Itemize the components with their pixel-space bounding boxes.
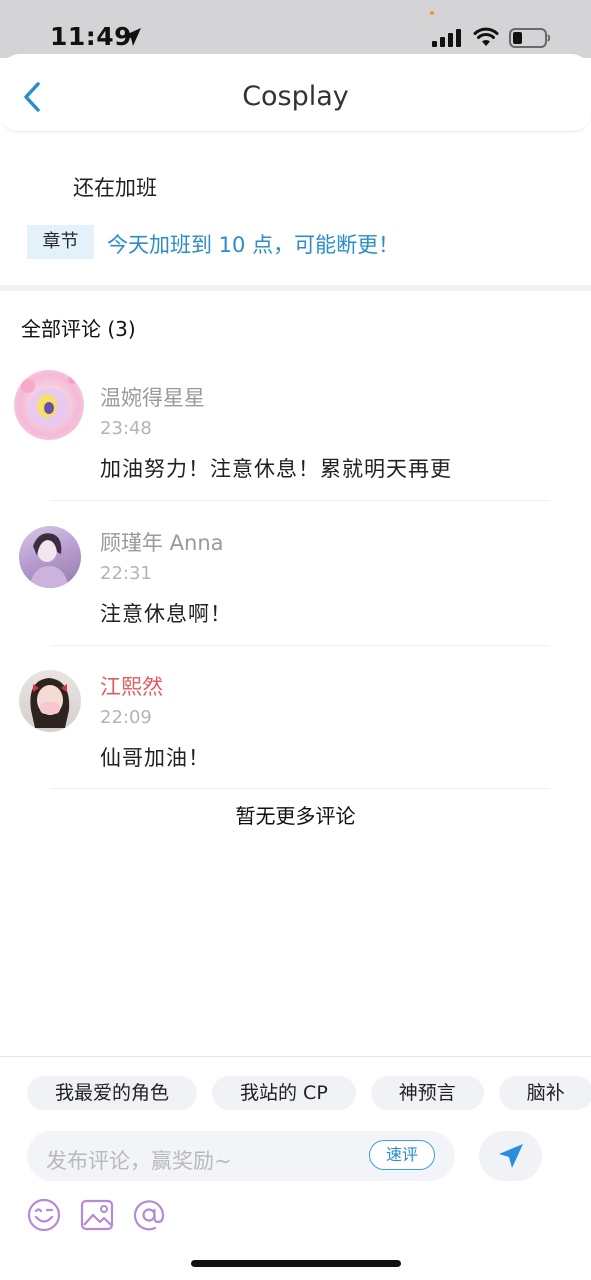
signal-icon	[432, 29, 461, 47]
comment-separator	[50, 788, 550, 789]
avatar[interactable]	[19, 526, 81, 588]
comment-text: 仙哥加油！	[100, 746, 210, 770]
chip-prophecy[interactable]: 神预言	[370, 1076, 484, 1110]
comment-item: 顾瑾年 Anna 22:31 注意休息啊！	[0, 505, 591, 646]
avatar[interactable]	[14, 370, 84, 440]
quick-topic-chips: 我最爱的角色 我站的 CP 神预言 脑补	[27, 1076, 591, 1110]
quick-review-button[interactable]: 速评	[369, 1140, 435, 1170]
comment-input[interactable]: 发布评论，赢奖励~ 速评	[27, 1131, 455, 1181]
comment-separator	[50, 645, 550, 646]
post-text: 还在加班	[73, 176, 157, 200]
comment-text: 注意休息啊！	[100, 602, 232, 626]
chip-my-cp[interactable]: 我站的 CP	[212, 1076, 356, 1110]
avatar-photo-icon	[30, 678, 70, 728]
comment-author[interactable]: 江熙然	[100, 671, 163, 701]
comment-author[interactable]: 温婉得星星	[100, 382, 205, 412]
avatar-photo-icon	[29, 533, 69, 588]
battery-icon	[509, 28, 551, 48]
status-bar: 11:49	[0, 0, 591, 58]
emoji-icon[interactable]	[26, 1197, 62, 1233]
comment-time: 23:48	[100, 418, 152, 439]
send-button[interactable]	[479, 1131, 542, 1181]
wifi-icon	[473, 27, 499, 46]
comment-item: 江熙然 22:09 仙哥加油！	[0, 649, 591, 789]
comment-time: 22:09	[100, 707, 152, 728]
section-divider	[0, 285, 591, 291]
comment-item: 温婉得星星 23:48 加油努力！注意休息！累就明天再更	[0, 360, 591, 501]
comment-text: 加油努力！注意休息！累就明天再更	[100, 457, 452, 481]
comment-author[interactable]: 顾瑾年 Anna	[100, 527, 224, 557]
nav-header: Cosplay	[0, 54, 591, 132]
chapter-link[interactable]: 今天加班到 10 点，可能断更！	[107, 229, 399, 259]
mention-icon[interactable]	[131, 1197, 167, 1233]
comment-separator	[50, 500, 550, 501]
chip-imagination[interactable]: 脑补	[498, 1076, 591, 1110]
page-title: Cosplay	[242, 81, 349, 112]
avatar-frame-icon	[21, 376, 79, 431]
status-time: 11:49	[50, 22, 133, 51]
send-icon	[499, 1144, 523, 1168]
home-indicator	[191, 1260, 401, 1267]
comment-input-placeholder: 发布评论，赢奖励~	[46, 1149, 232, 1173]
chapter-tag: 章节	[27, 225, 94, 259]
privacy-indicator-dot	[430, 11, 434, 15]
no-more-comments: 暂无更多评论	[235, 804, 356, 828]
comments-heading: 全部评论 (3)	[21, 317, 136, 341]
avatar[interactable]	[19, 670, 81, 732]
chip-favorite-character[interactable]: 我最爱的角色	[27, 1076, 198, 1110]
image-icon[interactable]	[79, 1197, 115, 1233]
comment-time: 22:31	[100, 563, 152, 584]
location-arrow-icon	[123, 28, 141, 46]
